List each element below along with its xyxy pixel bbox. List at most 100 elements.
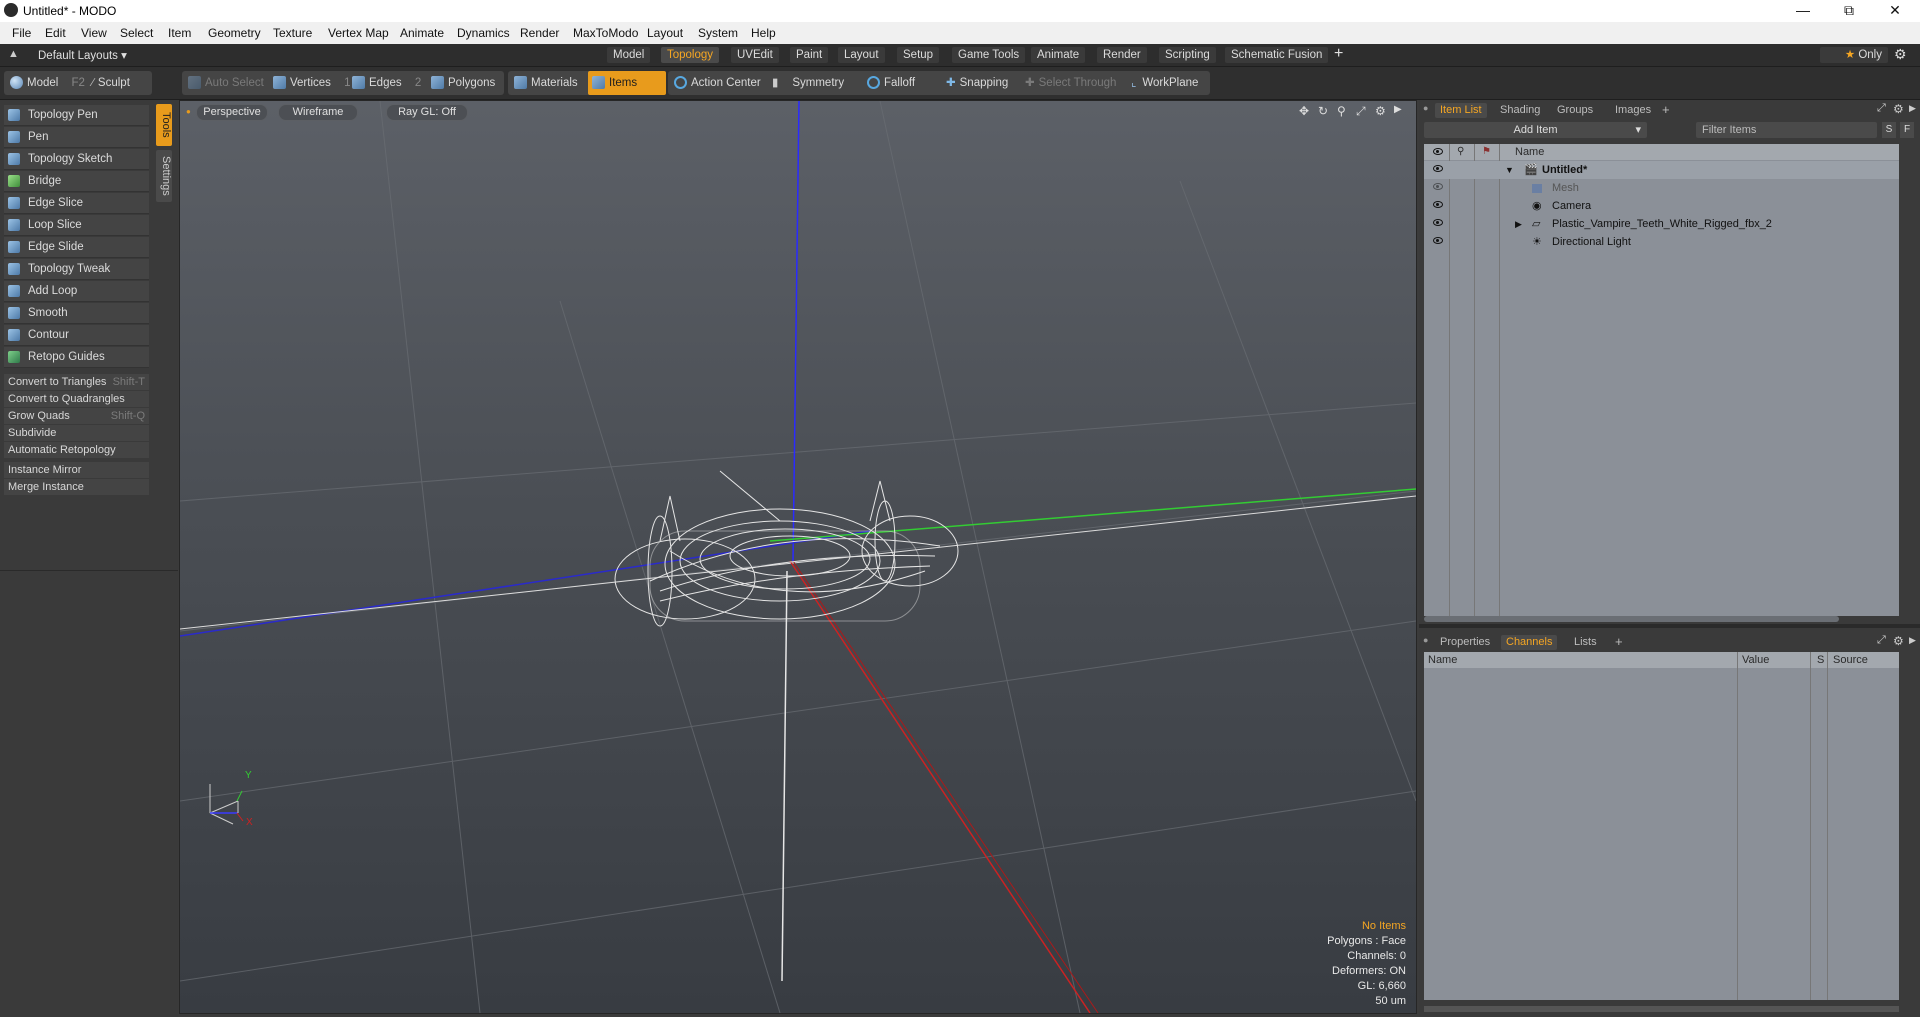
menu-select[interactable]: Select bbox=[120, 26, 153, 40]
tab-topology[interactable]: Topology bbox=[661, 47, 720, 63]
panel-gear-icon[interactable]: ⚙ bbox=[1893, 634, 1904, 648]
channels-toggle-icon[interactable]: ● bbox=[1423, 635, 1428, 645]
menu-render[interactable]: Render bbox=[520, 26, 559, 40]
channel-source-column[interactable]: Source bbox=[1833, 652, 1868, 668]
menu-help[interactable]: Help bbox=[751, 26, 776, 40]
tab-groups[interactable]: Groups bbox=[1552, 103, 1598, 118]
vertices-button[interactable]: Vertices 1 bbox=[273, 71, 351, 95]
tab-uvedit[interactable]: UVEdit bbox=[731, 47, 779, 63]
falloff-button[interactable]: Falloff bbox=[867, 71, 915, 95]
only-button[interactable]: ★ Only bbox=[1820, 47, 1888, 63]
cmd-instance-mirror[interactable]: Instance Mirror bbox=[4, 462, 149, 478]
channel-name-column[interactable]: Name bbox=[1428, 652, 1457, 668]
maximize-icon[interactable]: ⤢ bbox=[1877, 634, 1886, 647]
tab-setup[interactable]: Setup bbox=[897, 47, 940, 63]
eye-icon[interactable] bbox=[1433, 201, 1443, 208]
horizontal-scrollbar[interactable] bbox=[1424, 616, 1839, 622]
panel-gear-icon[interactable]: ⚙ bbox=[1893, 102, 1904, 116]
menu-item[interactable]: Item bbox=[168, 26, 191, 40]
menu-vertex-map[interactable]: Vertex Map bbox=[328, 26, 389, 40]
cmd-convert-triangles[interactable]: Convert to Triangles Shift-T bbox=[4, 374, 149, 390]
tab-paint[interactable]: Paint bbox=[790, 47, 829, 63]
sculpt-mode-button[interactable]: ∕ Sculpt bbox=[92, 71, 130, 95]
tab-animate[interactable]: Animate bbox=[1031, 47, 1086, 63]
restore-icon[interactable]: ⧉ bbox=[1826, 0, 1872, 22]
tool-loop-slice[interactable]: Loop Slice bbox=[4, 215, 149, 236]
cmd-grow-quads[interactable]: Grow Quads Shift-Q bbox=[4, 408, 149, 424]
tab-item-list[interactable]: Item List bbox=[1435, 103, 1487, 118]
tool-bridge[interactable]: Bridge bbox=[4, 171, 149, 192]
channel-s-column[interactable]: S bbox=[1817, 652, 1824, 668]
tab-game-tools[interactable]: Game Tools bbox=[952, 47, 1026, 63]
list-item[interactable]: Mesh bbox=[1424, 179, 1899, 197]
s-button[interactable]: S bbox=[1882, 122, 1896, 138]
name-column-header[interactable]: Name bbox=[1515, 144, 1544, 160]
menu-maxtomodo[interactable]: MaxToModo bbox=[573, 26, 638, 40]
tab-schematic-fusion[interactable]: Schematic Fusion bbox=[1225, 47, 1329, 63]
expand-icon[interactable]: ▲ bbox=[8, 48, 19, 60]
menu-layout[interactable]: Layout bbox=[647, 26, 683, 40]
menu-dynamics[interactable]: Dynamics bbox=[457, 26, 510, 40]
tool-topology-sketch[interactable]: Topology Sketch bbox=[4, 149, 149, 170]
materials-button[interactable]: Materials bbox=[514, 71, 578, 95]
menu-animate[interactable]: Animate bbox=[400, 26, 444, 40]
gear-icon[interactable]: ⚙ bbox=[1894, 46, 1907, 63]
tab-model[interactable]: Model bbox=[607, 47, 651, 63]
auto-select-button[interactable]: Auto Select bbox=[188, 71, 264, 95]
add-tab-icon[interactable]: + bbox=[1662, 102, 1670, 117]
action-center-button[interactable]: Action Center bbox=[674, 71, 761, 95]
3d-viewport[interactable]: ● Perspective Wireframe Ray GL: Off ✥ ↻ … bbox=[179, 100, 1417, 1014]
list-item[interactable]: ▼ 🎬 Untitled* bbox=[1424, 161, 1899, 179]
workplane-button[interactable]: ⌞ WorkPlane bbox=[1131, 71, 1198, 95]
tab-properties[interactable]: Properties bbox=[1435, 635, 1495, 650]
add-layout-button[interactable]: + bbox=[1334, 45, 1343, 63]
channel-value-column[interactable]: Value bbox=[1742, 652, 1769, 668]
panel-splitter[interactable] bbox=[1419, 624, 1920, 628]
menu-file[interactable]: File bbox=[12, 26, 31, 40]
tab-layout[interactable]: Layout bbox=[838, 47, 885, 63]
list-item[interactable]: ◉ Camera bbox=[1424, 197, 1899, 215]
items-button[interactable]: Items bbox=[588, 71, 666, 95]
tool-pen[interactable]: Pen bbox=[4, 127, 149, 148]
model-mode-button[interactable]: Model F2 bbox=[10, 71, 85, 95]
menu-view[interactable]: View bbox=[81, 26, 107, 40]
symmetry-button[interactable]: ▮ Symmetry bbox=[772, 71, 844, 95]
channels-scrollbar[interactable] bbox=[1424, 1006, 1899, 1012]
menu-edit[interactable]: Edit bbox=[45, 26, 66, 40]
eye-icon[interactable] bbox=[1433, 219, 1443, 226]
menu-system[interactable]: System bbox=[698, 26, 738, 40]
eye-icon[interactable] bbox=[1433, 183, 1443, 190]
tab-images[interactable]: Images bbox=[1610, 103, 1656, 118]
tab-tools[interactable]: Tools bbox=[156, 104, 172, 146]
tool-topology-tweak[interactable]: Topology Tweak bbox=[4, 259, 149, 280]
tab-shading[interactable]: Shading bbox=[1495, 103, 1545, 118]
tool-edge-slice[interactable]: Edge Slice bbox=[4, 193, 149, 214]
tab-render[interactable]: Render bbox=[1097, 47, 1147, 63]
tool-smooth[interactable]: Smooth bbox=[4, 303, 149, 324]
edges-button[interactable]: Edges 2 bbox=[352, 71, 421, 95]
maximize-icon[interactable]: ⤢ bbox=[1877, 102, 1886, 115]
panel-menu-icon[interactable]: ▶ bbox=[1909, 635, 1916, 646]
cmd-subdivide[interactable]: Subdivide bbox=[4, 425, 149, 441]
link-column-icon[interactable]: ⚑ bbox=[1482, 144, 1491, 160]
snapping-button[interactable]: ✚ Snapping bbox=[946, 71, 1008, 95]
tool-retopo-guides[interactable]: Retopo Guides bbox=[4, 347, 149, 368]
panel-menu-icon[interactable]: ▶ bbox=[1909, 103, 1916, 114]
eye-icon[interactable] bbox=[1433, 237, 1443, 244]
tab-scripting[interactable]: Scripting bbox=[1159, 47, 1216, 63]
expand-arrow-icon[interactable]: ▼ bbox=[1505, 161, 1514, 179]
tab-settings[interactable]: Settings bbox=[156, 150, 172, 202]
close-icon[interactable]: ✕ bbox=[1872, 0, 1918, 22]
add-item-dropdown[interactable]: Add Item ▾ bbox=[1424, 122, 1647, 138]
select-through-button[interactable]: ✚ Select Through bbox=[1025, 71, 1116, 95]
minimize-icon[interactable]: — bbox=[1780, 0, 1826, 22]
tool-edge-slide[interactable]: Edge Slide bbox=[4, 237, 149, 258]
add-tab-icon[interactable]: + bbox=[1615, 634, 1623, 649]
cmd-automatic-retopology[interactable]: Automatic Retopology bbox=[4, 442, 149, 458]
filter-items-input[interactable]: Filter Items bbox=[1696, 122, 1877, 138]
cmd-merge-instance[interactable]: Merge Instance bbox=[4, 479, 149, 495]
list-item[interactable]: ☀ Directional Light bbox=[1424, 233, 1899, 251]
list-item[interactable]: ▶ ▱ Plastic_Vampire_Teeth_White_Rigged_f… bbox=[1424, 215, 1899, 233]
expand-arrow-icon[interactable]: ▶ bbox=[1515, 215, 1522, 233]
panel-toggle-icon[interactable]: ● bbox=[1423, 103, 1428, 113]
